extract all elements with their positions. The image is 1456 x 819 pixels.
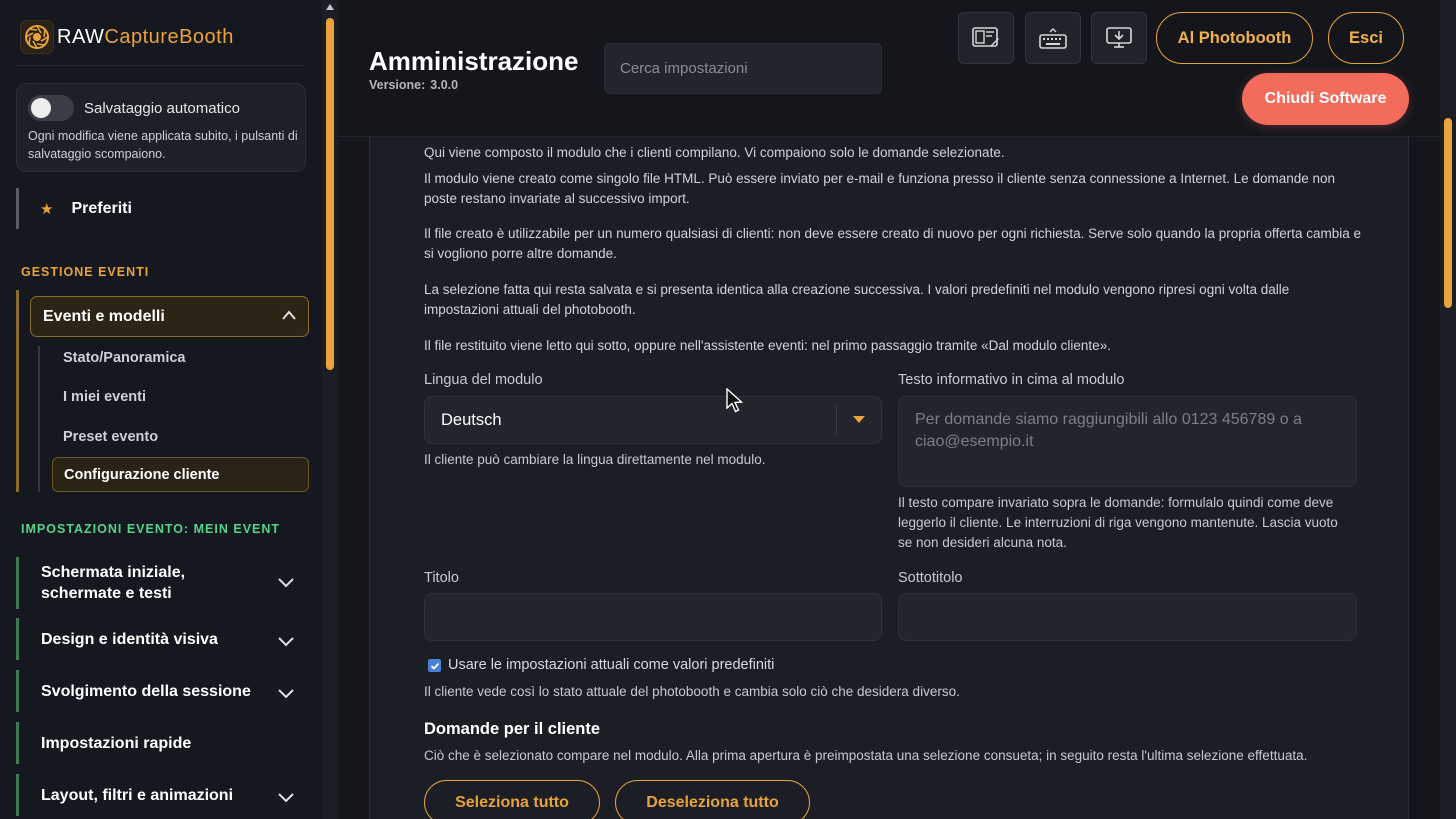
sidebar-item-design[interactable]: Design e identità visiva bbox=[16, 618, 306, 660]
chevron-down-icon bbox=[278, 578, 294, 588]
sidebar-item-favorites[interactable]: ★ Preferiti bbox=[16, 188, 306, 229]
chevron-down-icon bbox=[278, 793, 294, 803]
language-hint: Il cliente può cambiare la lingua dirett… bbox=[424, 452, 766, 467]
sidebar-item-event-presets[interactable]: Preset evento bbox=[63, 429, 158, 445]
language-select[interactable]: Deutsch bbox=[424, 396, 882, 444]
chevron-down-icon bbox=[278, 689, 294, 699]
sidebar-item-layout-filters[interactable]: Layout, filtri e animazioni bbox=[16, 774, 306, 816]
keyboard-icon bbox=[1039, 28, 1067, 49]
sidebar: RAWCaptureBooth Salvataggio automatico O… bbox=[0, 0, 322, 819]
favorites-label: Preferiti bbox=[71, 199, 132, 217]
events-group: Eventi e modelli Stato/Panoramica I miei… bbox=[16, 290, 309, 492]
divider bbox=[16, 65, 306, 66]
autosave-panel: Salvataggio automatico Ogni modifica vie… bbox=[16, 83, 306, 172]
monitor-download-icon bbox=[1106, 27, 1132, 48]
chevron-down-icon bbox=[278, 637, 294, 647]
events-group-header[interactable]: Eventi e modelli bbox=[30, 296, 309, 337]
use-defaults-checkbox[interactable] bbox=[428, 659, 441, 672]
section-heading-events: GESTIONE EVENTI bbox=[21, 265, 150, 279]
paragraph: Il file creato è utilizzabile per un num… bbox=[424, 226, 1362, 261]
sidebar-scrollbar[interactable] bbox=[322, 0, 338, 819]
tree-line bbox=[38, 346, 40, 492]
select-all-button[interactable]: Seleziona tutto bbox=[424, 780, 600, 819]
sidebar-item-client-configuration[interactable]: Configurazione cliente bbox=[52, 457, 309, 492]
nav-label: Impostazioni rapide bbox=[41, 734, 192, 752]
events-group-label: Eventi e modelli bbox=[43, 307, 165, 325]
caret-down-icon bbox=[853, 416, 865, 423]
layout-edit-button[interactable] bbox=[958, 12, 1014, 64]
checkmark-icon bbox=[430, 662, 439, 670]
select-separator bbox=[836, 406, 837, 435]
header: Amministrazione Versione: 3.0.0 Cerca im… bbox=[338, 0, 1440, 137]
info-text-label: Testo informativo in cima al modulo bbox=[898, 372, 1125, 388]
paragraph: Qui viene composto il modulo che i clien… bbox=[424, 145, 1005, 160]
title-input[interactable] bbox=[424, 593, 882, 641]
info-text-hint: Il testo compare invariato sopra le doma… bbox=[898, 495, 1338, 550]
exit-button[interactable]: Esci bbox=[1328, 12, 1404, 64]
paragraph: Il modulo viene creato come singolo file… bbox=[424, 171, 1336, 206]
questions-hint: Ciò che è selezionato compare nel modulo… bbox=[424, 748, 1308, 763]
paragraph: Il file restituito viene letto qui sotto… bbox=[424, 338, 1111, 353]
autosave-label: Salvataggio automatico bbox=[84, 100, 240, 117]
title-label: Titolo bbox=[424, 570, 459, 586]
version: Versione: 3.0.0 bbox=[369, 78, 459, 92]
use-defaults-hint: Il cliente vede così lo stato attuale de… bbox=[424, 684, 960, 699]
sidebar-item-start-screens[interactable]: Schermata iniziale, schermate e testi bbox=[16, 557, 306, 609]
nav-label: Layout, filtri e animazioni bbox=[41, 786, 234, 804]
language-label: Lingua del modulo bbox=[424, 372, 543, 388]
main-scrollbar[interactable] bbox=[1440, 0, 1456, 819]
subtitle-input[interactable] bbox=[898, 593, 1357, 641]
admin-app: RAWCaptureBooth Salvataggio automatico O… bbox=[0, 0, 1456, 819]
brand[interactable]: RAWCaptureBooth bbox=[20, 20, 234, 54]
subtitle-label: Sottotitolo bbox=[898, 570, 963, 586]
nav-label: Svolgimento della sessione bbox=[41, 682, 251, 700]
star-icon: ★ bbox=[40, 200, 54, 218]
monitor-download-button[interactable] bbox=[1091, 12, 1147, 64]
language-value: Deutsch bbox=[441, 410, 502, 429]
deselect-all-button[interactable]: Deseleziona tutto bbox=[615, 780, 810, 819]
scrollbar-thumb[interactable] bbox=[326, 18, 334, 370]
scrollbar-thumb[interactable] bbox=[1444, 118, 1452, 308]
paragraph: La selezione fatta qui resta salvata e s… bbox=[424, 282, 1290, 317]
autosave-description: Ogni modifica viene applicata subito, i … bbox=[28, 129, 298, 161]
use-defaults-label[interactable]: Usare le impostazioni attuali come valor… bbox=[448, 657, 774, 673]
sidebar-item-status[interactable]: Stato/Panoramica bbox=[63, 350, 186, 366]
layout-edit-icon bbox=[972, 27, 999, 47]
nav-label: Design e identità visiva bbox=[41, 630, 218, 648]
info-text-textarea[interactable] bbox=[898, 396, 1357, 487]
sidebar-item-my-events[interactable]: I miei eventi bbox=[63, 389, 146, 405]
keyboard-button[interactable] bbox=[1025, 12, 1081, 64]
sidebar-item-quick-settings[interactable]: Impostazioni rapide bbox=[16, 722, 306, 764]
to-photobooth-button[interactable]: Al Photobooth bbox=[1156, 12, 1313, 64]
chevron-up-icon bbox=[282, 310, 296, 320]
close-software-button[interactable]: Chiudi Software bbox=[1242, 73, 1409, 125]
section-heading-event-settings: IMPOSTAZIONI EVENTO: MEIN EVENT bbox=[21, 522, 281, 536]
scroll-up-arrow-icon[interactable] bbox=[326, 4, 334, 10]
questions-title: Domande per il cliente bbox=[424, 720, 601, 738]
mouse-cursor-icon bbox=[726, 388, 744, 413]
autosave-toggle[interactable] bbox=[28, 95, 74, 121]
client-form-card: Qui viene composto il modulo che i clien… bbox=[369, 137, 1409, 819]
brand-name: RAWCaptureBooth bbox=[57, 25, 234, 48]
nav-label: Schermata iniziale, schermate e testi bbox=[41, 564, 186, 602]
aperture-logo-icon bbox=[20, 20, 54, 54]
sidebar-item-session-flow[interactable]: Svolgimento della sessione bbox=[16, 670, 306, 712]
page-title: Amministrazione bbox=[369, 46, 579, 76]
search-input[interactable] bbox=[604, 43, 882, 94]
toggle-knob bbox=[31, 98, 51, 118]
